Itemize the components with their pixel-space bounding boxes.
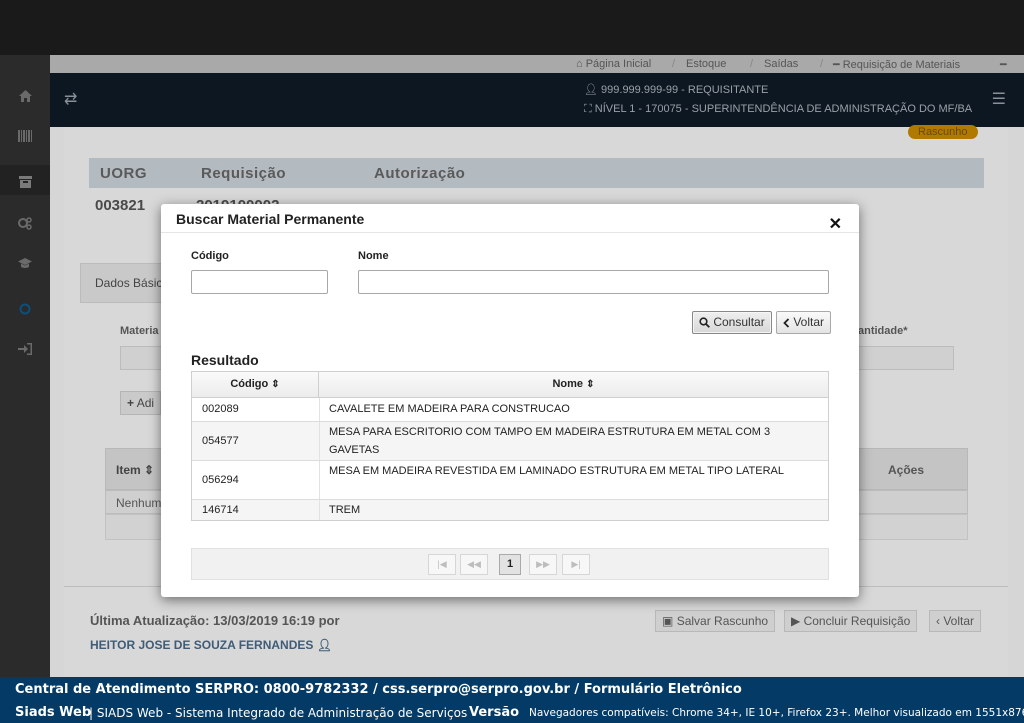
pagination: |◀ ◀◀ 1 ▶▶ ▶|: [191, 548, 829, 580]
add-item-button[interactable]: + Adi: [120, 391, 162, 415]
gears-icon[interactable]: [0, 215, 50, 230]
hamburger-menu-icon[interactable]: ☰: [992, 89, 1006, 109]
uorg-column-label: UORG: [100, 165, 147, 182]
page-number-button[interactable]: 1: [499, 554, 521, 575]
back-button[interactable]: ‹ Voltar: [929, 610, 982, 632]
play-icon: ▶: [791, 614, 801, 628]
sort-icon: ⇕: [271, 379, 280, 390]
consultar-button[interactable]: Consultar: [692, 311, 772, 334]
material-label: Materia: [120, 325, 159, 337]
table-row[interactable]: 002089 CAVALETE EM MADEIRA PARA CONSTRUC…: [192, 398, 828, 421]
sidebar: [0, 55, 50, 677]
row-codigo: 146714: [202, 504, 239, 516]
breadcrumb-home[interactable]: ⌂ Página Inicial: [576, 58, 651, 70]
row-nome: CAVALETE EM MADEIRA PARA CONSTRUCAO: [329, 403, 570, 415]
sitemap-icon: ⛶: [584, 103, 592, 115]
results-table-body: 002089 CAVALETE EM MADEIRA PARA CONSTRUC…: [192, 398, 828, 520]
nome-column-header[interactable]: Nome ⇕: [319, 372, 828, 397]
barcode-icon[interactable]: [0, 127, 50, 142]
sort-icon: ⇕: [586, 379, 595, 390]
chevron-left-icon: ‹: [936, 614, 940, 628]
version-label: Versão: [469, 705, 520, 720]
row-nome: MESA PARA ESCRITORIO COM TAMPO EM MADEIR…: [329, 426, 771, 456]
minus-icon: ━: [833, 59, 840, 71]
uorg-value: 003821: [95, 197, 146, 214]
row-codigo: 056294: [202, 474, 239, 486]
swap-icon[interactable]: ⇄: [64, 89, 77, 109]
sign-in-icon[interactable]: [0, 340, 50, 355]
support-info: Central de Atendimento SERPRO: 0800-9782…: [15, 682, 742, 697]
save-icon: ▣: [662, 614, 674, 628]
nome-input[interactable]: [358, 270, 829, 294]
codigo-input[interactable]: [191, 270, 328, 294]
user-icon: 👤︎: [316, 638, 332, 652]
last-update: Última Atualização: 13/03/2019 16:19 por: [90, 613, 340, 628]
prev-page-icon[interactable]: ◀◀: [460, 554, 488, 575]
results-table-header: Código ⇕ Nome ⇕: [192, 372, 828, 398]
requisicao-column-label: Requisição: [201, 165, 287, 182]
plus-icon: +: [127, 396, 135, 410]
row-codigo: 054577: [202, 435, 239, 447]
footer: Central de Atendimento SERPRO: 0800-9782…: [0, 677, 1024, 723]
item-column-header[interactable]: Item ⇕: [116, 463, 154, 477]
quantidade-input[interactable]: [858, 346, 954, 370]
finish-requisition-button[interactable]: ▶ Concluir Requisição: [784, 610, 918, 632]
nome-label: Nome: [358, 250, 389, 262]
codigo-label: Código: [191, 250, 229, 262]
quantidade-label: antidade*: [858, 325, 908, 337]
result-title: Resultado: [191, 352, 259, 368]
sort-icon: ⇕: [144, 463, 155, 477]
table-row[interactable]: 054577 MESA PARA ESCRITORIO COM TAMPO EM…: [192, 421, 828, 460]
system-name: | SIADS Web - Sistema Integrado de Admin…: [89, 706, 468, 720]
breadcrumb: ⌂ Página Inicial / Estoque / Saídas / ━ …: [50, 55, 1024, 73]
modal-divider: [161, 232, 859, 233]
org-info: ⛶ NÍVEL 1 - 170075 - SUPERINTENDÊNCIA DE…: [584, 103, 973, 115]
brand-name: Siads Web: [15, 705, 92, 720]
codigo-column-header[interactable]: Código ⇕: [192, 372, 319, 397]
circle-icon[interactable]: [0, 300, 50, 315]
row-nome: MESA EM MADEIRA REVESTIDA EM LAMINADO ES…: [329, 465, 784, 477]
author-link[interactable]: HEITOR JOSE DE SOUZA FERNANDES 👤︎: [90, 638, 332, 652]
graduation-cap-icon[interactable]: [0, 255, 50, 270]
collapse-icon[interactable]: ━: [1000, 58, 1007, 71]
user-info: 👤︎ 999.999.999-99 - REQUISITANTE: [584, 84, 769, 96]
breadcrumb-estoque[interactable]: Estoque: [686, 58, 726, 70]
top-header: ⇄ 👤︎ 999.999.999-99 - REQUISITANTE ⛶ NÍV…: [50, 73, 1024, 127]
status-badge: Rascunho: [908, 125, 978, 139]
table-row[interactable]: 146714 TREM: [192, 499, 828, 520]
voltar-button[interactable]: Voltar: [776, 311, 832, 334]
breadcrumb-current: ━ Requisição de Materiais: [833, 59, 961, 71]
row-codigo: 002089: [202, 403, 239, 415]
browser-compat: Navegadores compatíveis: Chrome 34+, IE …: [529, 707, 1024, 719]
home-icon[interactable]: [0, 87, 50, 102]
save-draft-button[interactable]: ▣ Salvar Rascunho: [655, 610, 776, 632]
home-icon: ⌂: [576, 58, 583, 70]
acoes-column-header: Ações: [888, 463, 925, 477]
first-page-icon[interactable]: |◀: [428, 554, 456, 575]
modal-title: Buscar Material Permanente: [176, 211, 365, 227]
archive-icon[interactable]: [0, 165, 50, 195]
next-page-icon[interactable]: ▶▶: [529, 554, 557, 575]
autorizacao-column-label: Autorização: [374, 165, 466, 182]
requisicao-value: 2019100002: [196, 197, 279, 204]
table-row[interactable]: 056294 MESA EM MADEIRA REVESTIDA EM LAMI…: [192, 460, 828, 499]
close-icon[interactable]: ✕: [829, 214, 842, 234]
last-page-icon[interactable]: ▶|: [562, 554, 590, 575]
results-table: Código ⇕ Nome ⇕ 002089 CAVALETE EM MADEI…: [191, 371, 829, 521]
search-material-modal: Buscar Material Permanente ✕ Código Nome…: [161, 204, 859, 597]
breadcrumb-saidas[interactable]: Saídas: [764, 58, 798, 70]
chevron-left-icon: [783, 318, 790, 328]
user-icon: 👤︎: [584, 84, 598, 96]
row-nome: TREM: [329, 504, 361, 516]
search-icon: [699, 317, 710, 329]
requisition-header-bar: UORG Requisição Autorização: [89, 158, 984, 188]
